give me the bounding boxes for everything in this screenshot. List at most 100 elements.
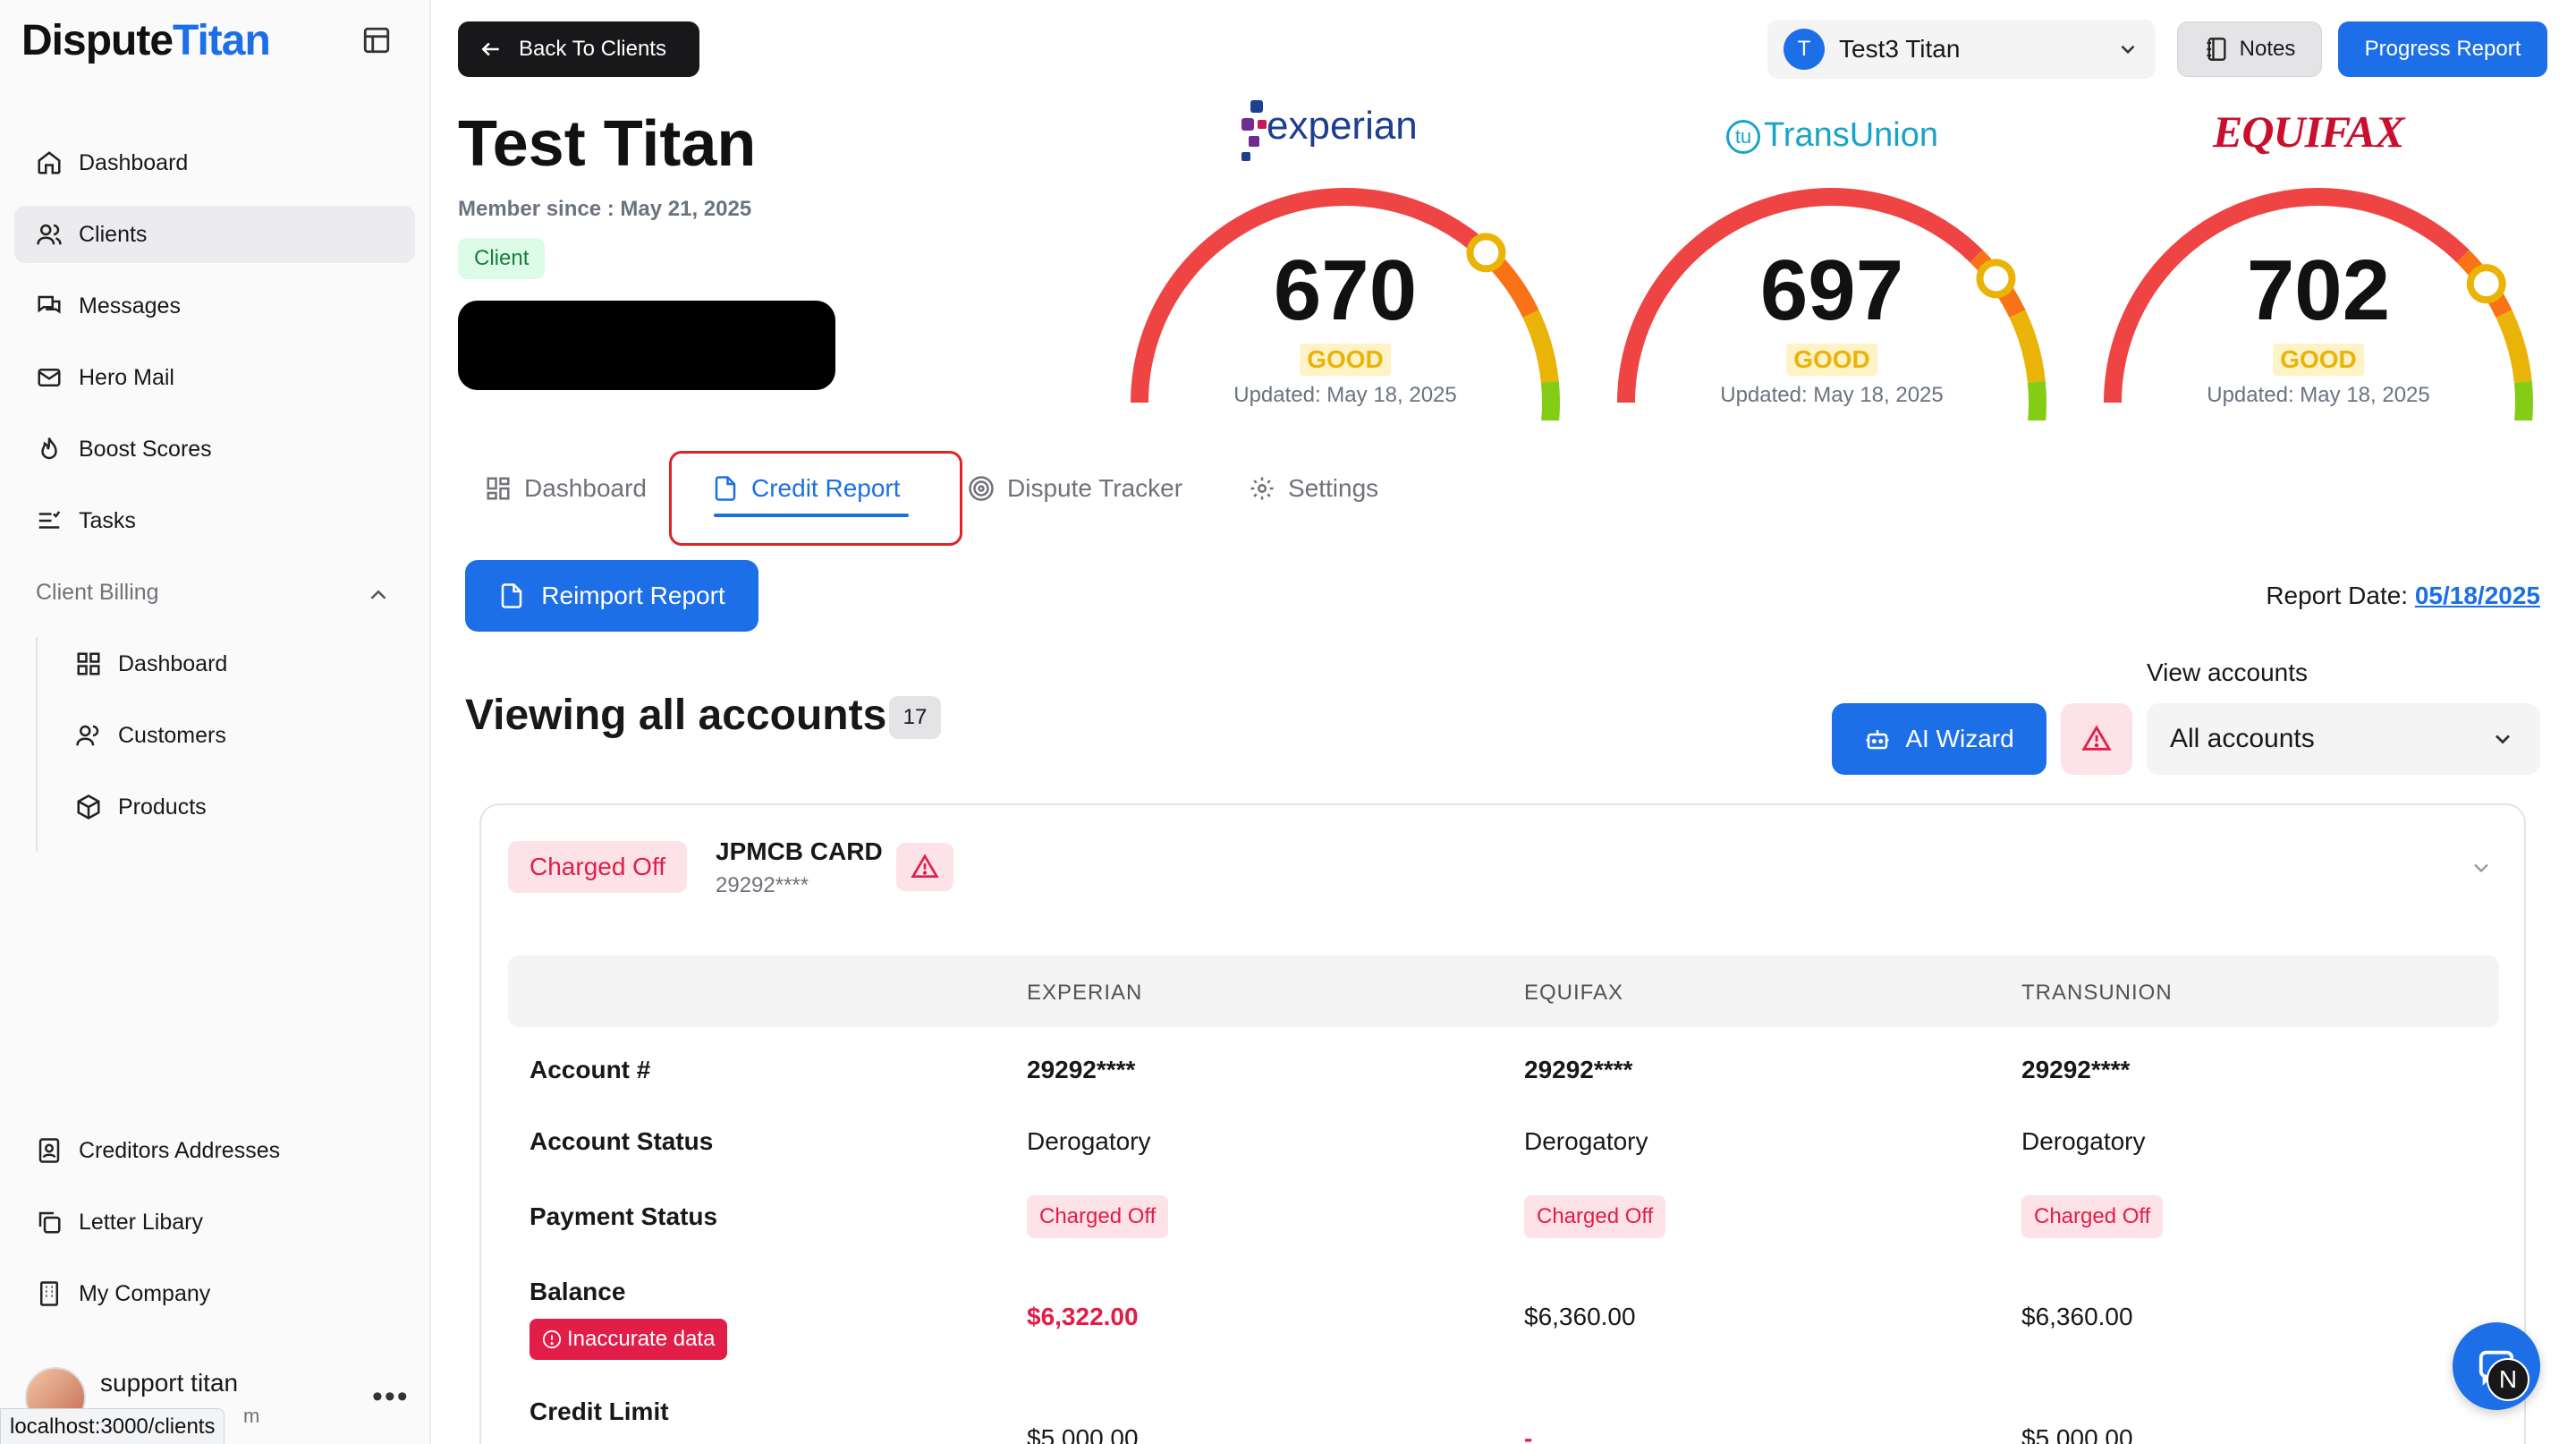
messages-icon — [38, 295, 61, 314]
score-value: 670 — [1273, 242, 1418, 338]
reimport-label: Reimport Report — [541, 582, 725, 609]
sidebar-item-messages[interactable]: Messages — [14, 277, 415, 335]
sidebar-item-label: Tasks — [79, 507, 136, 533]
sidebar-item-label: Boost Scores — [79, 436, 212, 462]
users-icon — [76, 725, 99, 746]
info-icon — [542, 1329, 562, 1349]
tab-dashboard[interactable]: Dashboard — [485, 465, 647, 512]
table-cell: $6,360.00 — [1524, 1303, 1636, 1330]
sidebar-item-my-company[interactable]: My Company — [14, 1265, 415, 1322]
tab-label: Dispute Tracker — [1007, 474, 1183, 502]
dev-indicator-badge[interactable]: N — [2487, 1358, 2529, 1401]
table-cell: 29292**** — [1027, 1056, 1136, 1083]
sidebar-item-label: Messages — [79, 293, 181, 319]
target-icon — [969, 476, 994, 501]
sidebar-item-hero-mail[interactable]: Hero Mail — [14, 349, 415, 406]
progress-report-button[interactable]: Progress Report — [2338, 21, 2547, 77]
status-bar-url: localhost:3000/clients — [0, 1408, 225, 1444]
inaccurate-data-label: Inaccurate data — [567, 1327, 716, 1351]
score-updated: Updated: May 18, 2025 — [1720, 383, 1944, 407]
user-email: m — [243, 1405, 260, 1427]
account-warning-button[interactable] — [896, 843, 953, 891]
sidebar-toggle-icon[interactable] — [361, 25, 392, 55]
sidebar-item-customers[interactable]: Customers — [54, 707, 411, 764]
contact-book-icon — [38, 1138, 60, 1163]
report-date-link[interactable]: 05/18/2025 — [2415, 582, 2540, 609]
sidebar-item-boost-scores[interactable]: Boost Scores — [14, 420, 415, 478]
column-header-equifax: EQUIFAX — [1524, 981, 1624, 1005]
tasks-icon — [38, 511, 61, 529]
notes-button-label: Notes — [2239, 37, 2296, 61]
more-options-icon[interactable]: ••• — [372, 1380, 410, 1414]
mail-icon — [38, 369, 61, 386]
ai-wizard-button[interactable]: AI Wizard — [1832, 703, 2046, 775]
sidebar-item-products[interactable]: Products — [54, 778, 411, 836]
submenu-line — [36, 637, 38, 852]
experian-score-gauge: 670 GOOD Updated: May 18, 2025 — [1122, 188, 1569, 510]
sidebar-item-dashboard[interactable]: Dashboard — [14, 134, 415, 191]
chevron-down-icon[interactable] — [2469, 855, 2494, 880]
ai-wizard-label: AI Wizard — [1905, 725, 2014, 752]
score-rating: GOOD — [1786, 344, 1877, 376]
report-date-label: Report Date: — [2266, 582, 2409, 609]
sidebar-item-tasks[interactable]: Tasks — [14, 492, 415, 549]
sidebar-item-label: Hero Mail — [79, 364, 174, 390]
experian-logo-mark — [1241, 100, 1267, 161]
copy-icon — [38, 1211, 61, 1234]
sidebar-item-label: Dashboard — [79, 149, 189, 175]
table-cell: 29292**** — [1524, 1056, 1633, 1083]
notes-button[interactable]: Notes — [2177, 21, 2322, 77]
grid-icon — [77, 652, 100, 675]
view-accounts-label: View accounts — [2147, 658, 2309, 686]
tab-dispute-tracker[interactable]: Dispute Tracker — [968, 465, 1182, 512]
row-label-account-status: Account Status — [530, 1127, 714, 1155]
reimport-report-button[interactable]: Reimport Report — [465, 560, 758, 632]
table-cell: - — [1524, 1424, 1533, 1444]
sidebar-item-label: Products — [118, 794, 207, 820]
row-label-credit-limit: Credit Limit — [530, 1397, 669, 1425]
sidebar-item-label: Creditors Addresses — [79, 1137, 281, 1163]
chevron-up-icon[interactable] — [365, 582, 392, 608]
logo-text-1: Dispute — [21, 17, 174, 64]
user-name: support titan — [100, 1369, 239, 1397]
member-since: Member since : May 21, 2025 — [458, 197, 752, 221]
chevron-down-icon — [2496, 735, 2510, 744]
sidebar-item-label: My Company — [79, 1280, 211, 1306]
transunion-logo: tu TransUnion — [1726, 116, 1938, 155]
table-cell: Derogatory — [1027, 1127, 1151, 1155]
account-number: 29292**** — [716, 873, 809, 897]
users-icon — [37, 224, 62, 245]
sidebar-section-client-billing[interactable]: Client Billing — [36, 580, 159, 606]
notebook-icon — [2207, 38, 2226, 61]
equifax-score-gauge: 702 GOOD Updated: May 18, 2025 — [2095, 188, 2542, 510]
table-cell: $6,322.00 — [1027, 1303, 1139, 1330]
home-icon — [38, 151, 61, 174]
table-cell: 29292**** — [2021, 1056, 2131, 1083]
app-logo[interactable]: DisputeTitan — [21, 16, 271, 65]
sidebar-item-letter-library[interactable]: Letter Libary — [14, 1193, 415, 1251]
sidebar-item-creditors-addresses[interactable]: Creditors Addresses — [14, 1122, 415, 1179]
robot-icon — [1866, 730, 1889, 750]
report-date: Report Date: 05/18/2025 — [2266, 582, 2540, 610]
client-switcher-label: Test3 Titan — [1839, 35, 1961, 63]
back-to-clients-button[interactable]: Back To Clients — [458, 21, 699, 77]
table-cell: Derogatory — [1524, 1127, 1648, 1155]
client-switcher[interactable]: T Test3 Titan — [1767, 20, 2156, 79]
alert-filter-button[interactable] — [2061, 703, 2132, 775]
table-header: EXPERIAN EQUIFAX TRANSUNION — [508, 956, 2499, 1027]
transunion-score-gauge: 697 GOOD Updated: May 18, 2025 — [1608, 188, 2055, 510]
accounts-filter-select[interactable]: All accounts — [2147, 703, 2540, 775]
tab-highlight-box — [669, 451, 962, 546]
role-badge: Client — [458, 238, 546, 279]
sidebar-item-clients[interactable]: Clients — [14, 206, 415, 263]
sidebar-item-billing-dashboard[interactable]: Dashboard — [54, 635, 411, 692]
sidebar-item-label: Customers — [118, 722, 226, 748]
sidebar: DisputeTitan Dashboard Clients Messages … — [0, 0, 431, 1444]
grid-icon — [487, 477, 510, 500]
row-label-payment-status: Payment Status — [530, 1202, 718, 1230]
warning-icon — [911, 854, 939, 878]
tab-settings[interactable]: Settings — [1249, 465, 1378, 512]
tab-label: Settings — [1288, 474, 1379, 502]
table-cell: $5,000.00 — [1027, 1424, 1139, 1444]
score-updated: Updated: May 18, 2025 — [2207, 383, 2430, 407]
